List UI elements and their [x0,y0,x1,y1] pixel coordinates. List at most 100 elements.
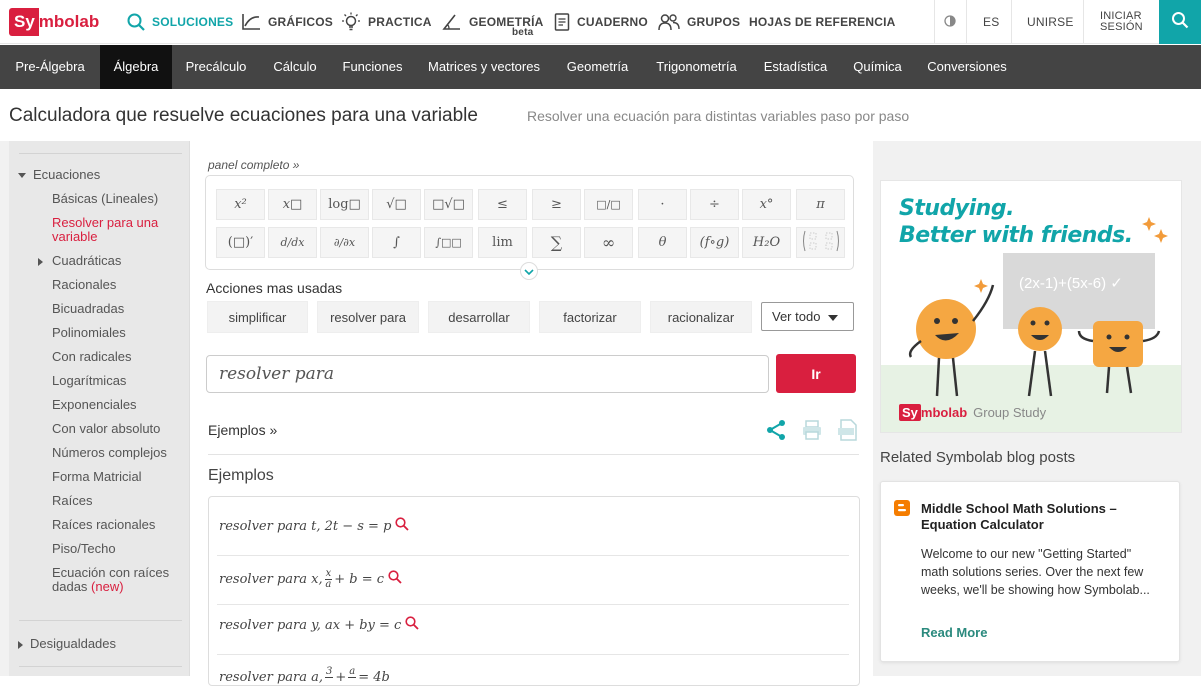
key-dot[interactable]: · [638,189,687,220]
example-item[interactable]: resolver para x, xa + b = c [219,567,402,591]
key-fraction[interactable]: □/□ [584,189,633,220]
numerator: x [325,569,333,580]
sidebar-item[interactable]: Logarítmicas [52,374,126,388]
subnav-item-active[interactable]: Álgebra [100,45,172,89]
share-icon[interactable] [765,419,787,446]
action-solve-for-button[interactable]: resolver para [317,301,419,333]
subnav-item[interactable]: Geometría [553,45,642,89]
key-degree[interactable]: x° [742,189,791,220]
sidebar-item[interactable]: Con valor absoluto [52,422,160,436]
sidebar-item[interactable]: Cuadráticas [38,254,121,268]
key-power[interactable]: x□ [268,189,317,220]
pdf-icon[interactable] [837,419,859,446]
nav-practice[interactable]: PRACTICA [341,0,432,44]
title-row: Calculadora que resuelve ecuaciones para… [0,89,1201,141]
key-chemistry[interactable]: H₂O [742,227,791,258]
key-label: ∫ [393,235,400,250]
examples-link[interactable]: Ejemplos » [208,422,277,438]
examples-list: resolver para t, 2t − s = p resolver par… [208,496,860,686]
key-ddx[interactable]: d/dx [268,227,317,258]
subnav-item[interactable]: Matrices y vectores [415,45,553,89]
signin-button[interactable]: INICIAR SESIÓN [1100,0,1143,44]
subnav-item[interactable]: Funciones [330,45,415,89]
sidebar-item[interactable]: Ecuación con raíces dadas (new) [52,566,177,594]
full-panel-link[interactable]: panel completo » [208,158,299,172]
key-label: log□ [328,197,361,212]
sidebar-item[interactable]: Exponenciales [52,398,137,412]
action-expand-button[interactable]: desarrollar [428,301,530,333]
symbolab-logo[interactable]: Symbolab [9,7,99,37]
search-button[interactable] [1159,0,1201,44]
subnav-item[interactable]: Conversiones [915,45,1019,89]
related-posts-heading: Related Symbolab blog posts [880,449,1075,466]
sidebar-item[interactable]: Básicas (Lineales) [52,192,158,206]
print-icon[interactable] [801,419,823,446]
sidebar-item[interactable]: Con radicales [52,350,132,364]
key-pi[interactable]: π [796,189,845,220]
nav-graphs[interactable]: GRÁFICOS [241,0,333,44]
key-square[interactable]: x² [216,189,265,220]
sidebar-section-equations[interactable]: Ecuaciones [18,168,100,182]
key-leq[interactable]: ≤ [478,189,527,220]
key-theta[interactable]: θ [638,227,687,258]
subnav-item[interactable]: Química [840,45,915,89]
example-text: + b = c [334,572,384,587]
key-divide[interactable]: ÷ [690,189,739,220]
fraction: xa [325,569,333,590]
language-button[interactable]: ES [983,0,999,44]
key-sum[interactable]: ∑ [532,227,581,258]
sidebar-item[interactable]: Raíces [52,494,92,508]
key-composition[interactable]: (f∘g) [690,227,739,258]
key-infinity[interactable]: ∞ [584,227,633,258]
sidebar-item[interactable]: Bicuadradas [52,302,124,316]
subnav-item[interactable]: Precálculo [172,45,260,89]
group-study-promo[interactable]: Studying. Better with friends. (2x-1)+(5… [880,180,1182,433]
join-button[interactable]: UNIRSE [1027,0,1074,44]
sidebar-item[interactable]: Raíces racionales [52,518,155,532]
query-input[interactable]: resolver para [206,355,769,393]
action-factor-button[interactable]: factorizar [539,301,641,333]
sidebar-item[interactable]: Forma Matricial [52,470,142,484]
sidebar-item[interactable]: Números complejos [52,446,167,460]
sidebar-section-inequalities[interactable]: Desigualdades [18,637,116,651]
key-integral[interactable]: ∫ [372,227,421,258]
expand-keypad-button[interactable] [520,262,538,280]
sidebar-divider [19,620,182,621]
nav-solutions[interactable]: SOLUCIONES [127,0,233,44]
subnav-item[interactable]: Cálculo [260,45,330,89]
key-partial[interactable]: ∂/∂x [320,227,369,258]
key-log[interactable]: log□ [320,189,369,220]
example-item[interactable]: resolver para y, ax + by = c [219,613,419,637]
key-nth-root[interactable]: □√□ [424,189,473,220]
key-matrix[interactable] [796,227,845,258]
key-geq[interactable]: ≥ [532,189,581,220]
nav-cheatsheets[interactable]: HOJAS DE REFERENCIA [749,0,896,44]
sidebar-item[interactable]: Piso/Techo [52,542,116,556]
nav-groups-label: GRUPOS [687,15,740,29]
key-limit[interactable]: lim [478,227,527,258]
section-divider [208,454,859,455]
action-simplify-button[interactable]: simplificar [207,301,308,333]
read-more-link[interactable]: Read More [921,625,987,640]
signin-label-line2: SESIÓN [1100,22,1143,33]
theme-toggle[interactable] [944,0,956,44]
key-label: □√□ [432,197,465,212]
caret-right-icon [38,258,43,266]
see-all-dropdown[interactable]: Ver todo [761,302,854,331]
nav-geometry[interactable]: GEOMETRÍA beta [442,0,543,44]
subnav-item[interactable]: Estadística [751,45,840,89]
go-button[interactable]: Ir [776,354,856,393]
sidebar-item[interactable]: Polinomiales [52,326,126,340]
key-definite-integral[interactable]: ∫□□ [424,227,473,258]
sidebar-item[interactable]: Racionales [52,278,116,292]
key-derivative-prime[interactable]: (□)′ [216,227,265,258]
subnav-item[interactable]: Trigonometría [642,45,751,89]
sidebar-item-active[interactable]: Resolver para una variable [52,216,177,244]
nav-notebook[interactable]: CUADERNO [554,0,648,44]
blog-post-title[interactable]: Middle School Math Solutions – Equation … [921,501,1151,533]
action-rationalize-button[interactable]: racionalizar [650,301,752,333]
nav-groups[interactable]: GRUPOS [658,0,740,44]
key-sqrt[interactable]: √□ [372,189,421,220]
example-item[interactable]: resolver para t, 2t − s = p [219,514,409,538]
subnav-item[interactable]: Pre-Álgebra [0,45,100,89]
